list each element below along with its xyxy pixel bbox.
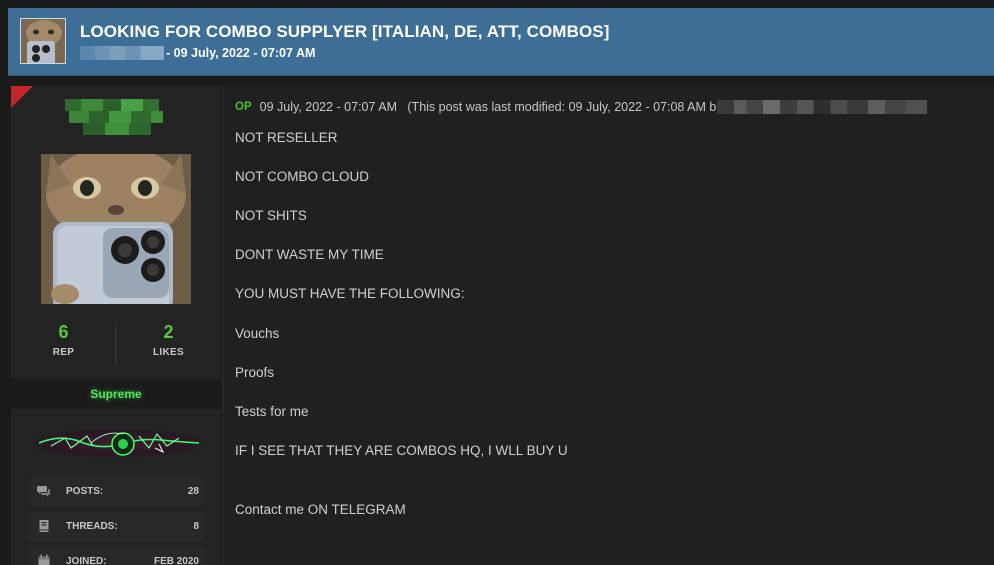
user-sidebar: 6 REP 2 LIKES Supreme POSTS: 28 THREADS:… <box>11 86 221 565</box>
chat-bubbles-icon <box>37 486 50 497</box>
thread-meta: - 09 July, 2022 - 07:07 AM <box>80 46 315 60</box>
post-line: IF I SEE THAT THEY ARE COMBOS HQ, I WLL … <box>235 443 568 458</box>
threads-value: 8 <box>193 521 199 532</box>
redacted-author-name[interactable] <box>80 46 164 60</box>
stat-reputation[interactable]: 6 REP <box>11 322 116 358</box>
post-line: NOT RESELLER <box>235 130 338 145</box>
reputation-value: 6 <box>58 322 69 342</box>
post: 6 REP 2 LIKES Supreme POSTS: 28 THREADS:… <box>11 86 994 565</box>
user-avatar[interactable] <box>41 154 191 304</box>
post-line: Proofs <box>235 365 275 380</box>
thread-header: LOOKING FOR COMBO SUPPLYER [ITALIAN, DE,… <box>8 8 994 76</box>
calendar-icon <box>38 554 50 565</box>
info-threads: THREADS: 8 <box>29 511 205 541</box>
post-line: Contact me ON TELEGRAM <box>235 502 406 517</box>
redacted-username[interactable] <box>65 99 167 137</box>
reputation-label: REP <box>52 347 75 358</box>
post-line: DONT WASTE MY TIME <box>235 247 384 262</box>
thread-date: - 09 July, 2022 - 07:07 AM <box>166 46 316 60</box>
info-joined: JOINED: FEB 2020 <box>29 546 205 565</box>
rank-banner-image <box>31 424 203 462</box>
post-meta: OP 09 July, 2022 - 07:07 AM (This post w… <box>235 100 928 114</box>
info-posts: POSTS: 28 <box>29 476 205 506</box>
joined-value: FEB 2020 <box>153 556 199 565</box>
post-line: NOT COMBO CLOUD <box>235 169 370 184</box>
corner-flag-icon <box>11 86 33 108</box>
book-icon <box>39 520 49 532</box>
threads-label: THREADS: <box>66 521 118 532</box>
op-badge: OP <box>235 101 252 113</box>
post-line: NOT SHITS <box>235 208 307 223</box>
joined-label: JOINED: <box>66 556 107 565</box>
posts-label: POSTS: <box>66 486 104 497</box>
redacted-modifier-name[interactable] <box>717 100 928 114</box>
likes-value: 2 <box>163 322 174 342</box>
post-line: Vouchs <box>235 326 280 341</box>
post-date-modified: 09 July, 2022 - 07:07 AM (This post was … <box>259 100 717 114</box>
thread-author-avatar[interactable] <box>20 18 66 64</box>
user-rank: Supreme <box>11 379 221 409</box>
stat-likes[interactable]: 2 LIKES <box>116 322 221 358</box>
post-line: YOU MUST HAVE THE FOLLOWING: <box>235 286 465 301</box>
posts-value: 28 <box>187 486 199 497</box>
user-stats: 6 REP 2 LIKES <box>11 322 221 366</box>
post-line: Tests for me <box>235 404 309 419</box>
likes-label: LIKES <box>153 347 184 358</box>
post-content: OP 09 July, 2022 - 07:07 AM (This post w… <box>223 86 994 565</box>
thread-title: LOOKING FOR COMBO SUPPLYER [ITALIAN, DE,… <box>80 22 610 41</box>
